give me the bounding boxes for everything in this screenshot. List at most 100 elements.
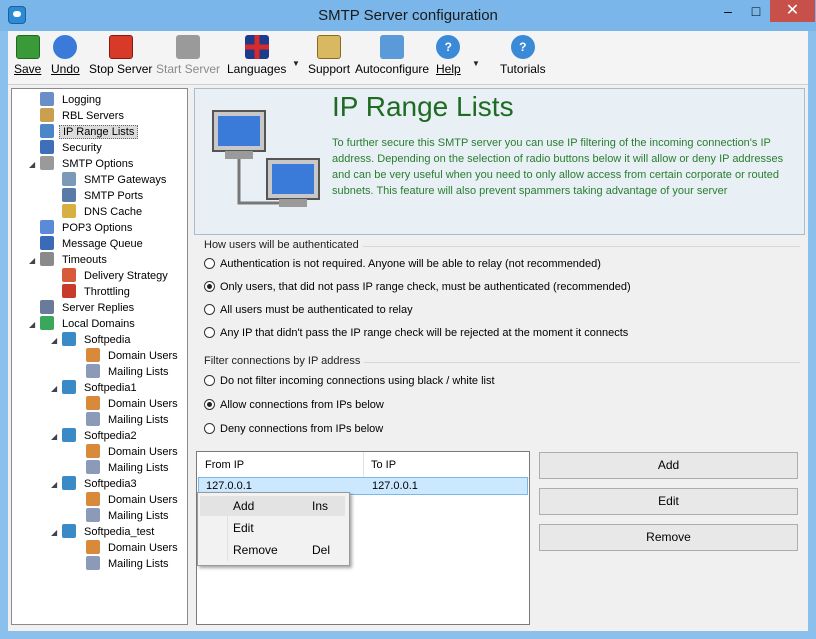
column-header-from-ip[interactable]: From IP <box>205 459 244 471</box>
settings-tree[interactable]: Logging RBL Servers IP Range Lists Security… <box>11 88 188 625</box>
edit-button[interactable]: Edit <box>539 488 798 515</box>
radio-label: Do not filter incoming connections using… <box>220 375 495 387</box>
tree-item[interactable]: Softpedia2 <box>62 428 140 444</box>
tree-item[interactable]: Mailing Lists <box>86 460 172 476</box>
dns-icon <box>62 204 76 218</box>
users-icon <box>86 444 100 458</box>
save-button[interactable]: Save <box>14 35 41 76</box>
column-divider[interactable] <box>363 452 364 478</box>
users-icon <box>86 348 100 362</box>
radio-button[interactable] <box>204 281 215 292</box>
remove-button[interactable]: Remove <box>539 524 798 551</box>
collapse-arrow-icon[interactable]: ◢ <box>51 336 57 345</box>
support-label: Support <box>308 62 351 76</box>
user-icon <box>40 140 54 154</box>
list-icon <box>86 412 100 426</box>
radio-button[interactable] <box>204 375 215 386</box>
radio-button[interactable] <box>204 327 215 338</box>
tree-item[interactable]: Throttling <box>62 284 133 300</box>
tree-item-label: Timeouts <box>62 254 107 266</box>
menu-item-label: Edit <box>233 521 254 535</box>
film-clapper-icon <box>176 35 201 59</box>
tree-item[interactable]: Softpedia <box>62 332 133 348</box>
tree-item-label: SMTP Options <box>62 158 134 170</box>
tree-item[interactable]: SMTP Options <box>40 156 136 172</box>
radio-button[interactable] <box>204 304 215 315</box>
autoconfigure-button[interactable]: Autoconfigure <box>355 35 429 76</box>
client-area: Logging RBL Servers IP Range Lists Security… <box>8 85 808 631</box>
tree-item[interactable]: Domain Users <box>86 540 181 556</box>
collapse-arrow-icon[interactable]: ◢ <box>29 160 35 169</box>
context-menu-add[interactable]: Add Ins <box>200 496 345 516</box>
menu-item-label: Remove <box>233 543 278 557</box>
tree-item[interactable]: Security <box>40 140 105 156</box>
tree-item[interactable]: Local Domains <box>40 316 138 332</box>
collapse-arrow-icon[interactable]: ◢ <box>51 528 57 537</box>
tree-item-label: Mailing Lists <box>108 558 169 570</box>
context-menu-edit[interactable]: Edit <box>200 518 345 538</box>
tree-item[interactable]: Logging <box>40 92 104 108</box>
monitors-icon <box>212 110 320 207</box>
tree-item[interactable]: Softpedia1 <box>62 380 140 396</box>
app-window: SMTP Server configuration – □ ✕ Save Und… <box>0 0 816 639</box>
auth_group-radio-option[interactable]: All users must be authenticated to relay <box>204 302 413 318</box>
tree-item[interactable]: Domain Users <box>86 444 181 460</box>
help-dropdown-arrow[interactable]: ▼ <box>472 59 480 68</box>
maximize-button[interactable]: □ <box>742 0 770 22</box>
tutorials-button[interactable]: ? Tutorials <box>500 35 546 76</box>
title-bar[interactable]: SMTP Server configuration – □ ✕ <box>0 0 816 31</box>
tree-item[interactable]: POP3 Options <box>40 220 135 236</box>
tree-item-label: Softpedia3 <box>84 478 137 490</box>
column-header-to-ip[interactable]: To IP <box>371 459 396 471</box>
menu-item-shortcut: Ins <box>312 499 329 513</box>
minimize-button[interactable]: – <box>714 0 742 22</box>
tree-item[interactable]: Softpedia3 <box>62 476 140 492</box>
start-server-button[interactable]: Start Server <box>156 35 220 76</box>
stop-server-button[interactable]: Stop Server <box>89 35 152 76</box>
tree-item[interactable]: Softpedia_test <box>62 524 157 540</box>
collapse-arrow-icon[interactable]: ◢ <box>51 432 57 441</box>
help-button[interactable]: ? Help <box>436 35 461 76</box>
tree-item[interactable]: DNS Cache <box>62 204 145 220</box>
auth_group-radio-option[interactable]: Only users, that did not pass IP range c… <box>204 279 631 295</box>
tree-item[interactable]: Delivery Strategy <box>62 268 171 284</box>
context-menu-remove[interactable]: Remove Del <box>200 540 345 560</box>
auth_group-radio-option[interactable]: Authentication is not required. Anyone w… <box>204 256 601 272</box>
tree-item[interactable]: Mailing Lists <box>86 556 172 572</box>
house-icon <box>380 35 405 59</box>
tree-item[interactable]: IP Range Lists <box>40 124 139 140</box>
close-button[interactable]: ✕ <box>770 0 815 22</box>
tree-item[interactable]: Mailing Lists <box>86 364 172 380</box>
radio-button[interactable] <box>204 423 215 434</box>
tree-item[interactable]: RBL Servers <box>40 108 127 124</box>
tree-item[interactable]: Timeouts <box>40 252 110 268</box>
auth_group-radio-option[interactable]: Any IP that didn't pass the IP range che… <box>204 325 628 341</box>
filter_group-radio-option[interactable]: Do not filter incoming connections using… <box>204 373 495 389</box>
languages-dropdown-arrow[interactable]: ▼ <box>292 59 300 68</box>
question-icon: ? <box>436 35 461 59</box>
filter_group-radio-option[interactable]: Deny connections from IPs below <box>204 421 383 437</box>
tree-item[interactable]: Mailing Lists <box>86 412 172 428</box>
collapse-arrow-icon[interactable]: ◢ <box>29 320 35 329</box>
tree-item-label: RBL Servers <box>62 110 124 122</box>
languages-button[interactable]: Languages <box>227 35 286 76</box>
collapse-arrow-icon[interactable]: ◢ <box>51 384 57 393</box>
tree-item[interactable]: Domain Users <box>86 492 181 508</box>
tree-item[interactable]: Domain Users <box>86 348 181 364</box>
tree-item[interactable]: Message Queue <box>40 236 146 252</box>
tree-item[interactable]: SMTP Ports <box>62 188 146 204</box>
add-button[interactable]: Add <box>539 452 798 479</box>
support-envelope-icon <box>317 35 342 59</box>
support-button[interactable]: Support <box>308 35 350 76</box>
collapse-arrow-icon[interactable]: ◢ <box>29 256 35 265</box>
tree-item[interactable]: SMTP Gateways <box>62 172 169 188</box>
tree-item-label: Mailing Lists <box>108 510 169 522</box>
tree-item[interactable]: Mailing Lists <box>86 508 172 524</box>
tree-item[interactable]: Server Replies <box>40 300 137 316</box>
radio-button[interactable] <box>204 399 215 410</box>
radio-button[interactable] <box>204 258 215 269</box>
filter_group-radio-option[interactable]: Allow connections from IPs below <box>204 397 384 413</box>
collapse-arrow-icon[interactable]: ◢ <box>51 480 57 489</box>
undo-button[interactable]: Undo <box>51 35 80 76</box>
tree-item[interactable]: Domain Users <box>86 396 181 412</box>
